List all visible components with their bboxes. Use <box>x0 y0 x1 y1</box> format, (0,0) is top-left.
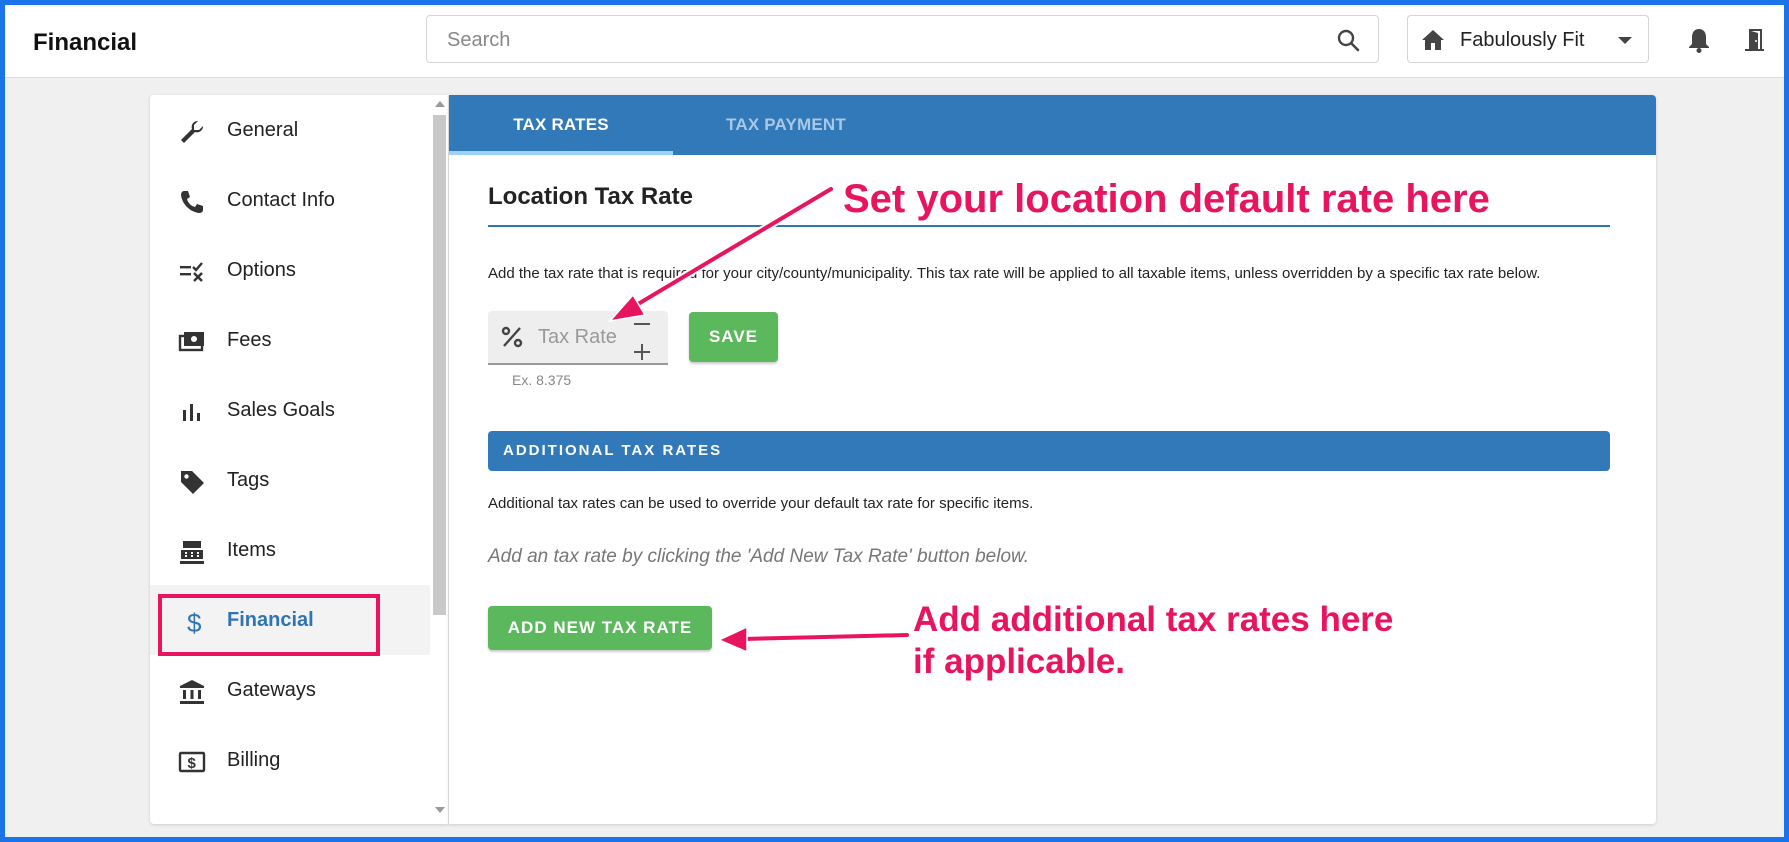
sidebar-item-fees[interactable]: Fees <box>150 305 430 375</box>
sidebar-item-label: Tags <box>227 469 270 491</box>
location-tax-description: Add the tax rate that is required for yo… <box>488 265 1541 282</box>
search-icon[interactable] <box>1336 28 1360 57</box>
tax-rate-input[interactable] <box>536 323 632 351</box>
settings-sidebar: General Contact Info Options Fees Sales … <box>150 95 448 824</box>
percent-icon <box>499 324 525 355</box>
tab-tax-rates[interactable]: TAX RATES <box>449 95 673 155</box>
save-button[interactable]: SAVE <box>689 312 778 362</box>
tab-bar: TAX RATES TAX PAYMENT <box>449 95 1656 155</box>
sidebar-item-label: Items <box>227 539 276 561</box>
sidebar-item-tags[interactable]: Tags <box>150 445 430 515</box>
section-title: Location Tax Rate <box>488 183 693 210</box>
bank-icon <box>178 678 206 706</box>
svg-text:$: $ <box>188 755 197 772</box>
sidebar-item-sales-goals[interactable]: Sales Goals <box>150 375 430 445</box>
financial-highlight-box <box>158 594 380 656</box>
sidebar-item-label: Contact Info <box>227 189 335 211</box>
increment-icon[interactable] <box>634 344 650 360</box>
sidebar-item-label: Sales Goals <box>227 399 335 421</box>
bar-chart-icon <box>178 398 206 426</box>
sidebar-item-gateways[interactable]: Gateways <box>150 655 430 725</box>
add-new-tax-rate-button[interactable]: ADD NEW TAX RATE <box>488 606 712 650</box>
decrement-icon[interactable] <box>634 323 650 325</box>
search-input[interactable] <box>445 26 1309 54</box>
top-bar: Financial Fabulously Fit <box>5 5 1784 78</box>
phone-icon <box>178 188 206 216</box>
fees-money-icon <box>178 328 206 356</box>
empty-state-message: Add an tax rate by clicking the 'Add New… <box>488 546 1029 567</box>
options-checklist-icon <box>178 258 206 286</box>
sidebar-scroll-thumb[interactable] <box>433 115 446 615</box>
location-select[interactable]: Fabulously Fit <box>1407 15 1649 63</box>
annotation-bottom: Add additional tax rates here if applica… <box>913 599 1393 683</box>
sidebar-item-label: Fees <box>227 329 272 351</box>
sidebar-item-label: Options <box>227 259 296 281</box>
annotation-top: Set your location default rate here <box>843 177 1490 221</box>
home-icon <box>1420 28 1446 57</box>
tag-icon <box>178 468 206 496</box>
sidebar-item-items[interactable]: Items <box>150 515 430 585</box>
additional-tax-header-label: ADDITIONAL TAX RATES <box>503 442 723 459</box>
annotation-bottom-line1: Add additional tax rates here <box>913 600 1394 639</box>
wrench-icon <box>178 118 206 146</box>
cash-register-icon <box>178 538 206 566</box>
search-box[interactable] <box>426 15 1379 63</box>
tax-rate-hint: Ex. 8.375 <box>512 372 572 388</box>
exit-door-icon[interactable] <box>1743 27 1765 58</box>
scroll-down-icon[interactable] <box>435 807 445 813</box>
section-divider <box>488 225 1610 227</box>
sidebar-item-label: General <box>227 119 299 141</box>
sidebar-item-options[interactable]: Options <box>150 235 430 305</box>
tab-tax-payment[interactable]: TAX PAYMENT <box>673 95 899 155</box>
additional-tax-header: ADDITIONAL TAX RATES <box>488 431 1610 471</box>
bell-icon[interactable] <box>1688 27 1710 58</box>
billing-icon: $ <box>178 748 206 776</box>
additional-tax-description: Additional tax rates can be used to over… <box>488 495 1034 512</box>
annotation-bottom-line2: if applicable. <box>913 642 1125 681</box>
tax-rate-field[interactable] <box>488 311 668 365</box>
location-name: Fabulously Fit <box>1460 29 1585 51</box>
sidebar-item-general[interactable]: General <box>150 95 430 165</box>
sidebar-item-label: Billing <box>227 749 281 771</box>
sidebar-item-contact-info[interactable]: Contact Info <box>150 165 430 235</box>
sidebar-item-label: Gateways <box>227 679 316 701</box>
sidebar-item-billing[interactable]: $ Billing <box>150 725 430 795</box>
chevron-down-icon[interactable] <box>1618 37 1632 44</box>
page-title: Financial <box>33 29 138 56</box>
scroll-up-icon[interactable] <box>435 101 445 107</box>
